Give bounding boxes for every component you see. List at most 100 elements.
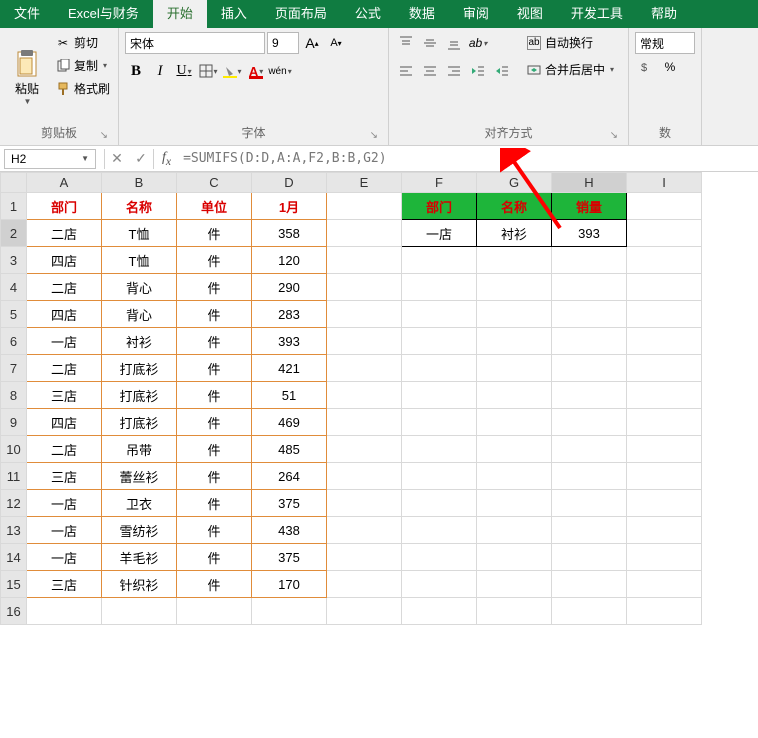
cell-B8[interactable]: 打底衫 bbox=[102, 382, 177, 409]
cell-G4[interactable] bbox=[477, 274, 552, 301]
cell-E8[interactable] bbox=[327, 382, 402, 409]
cell-B5[interactable]: 背心 bbox=[102, 301, 177, 328]
cell-I12[interactable] bbox=[627, 490, 702, 517]
tab-公式[interactable]: 公式 bbox=[341, 0, 395, 28]
align-bottom-icon[interactable] bbox=[443, 32, 465, 54]
cell-D2[interactable]: 358 bbox=[252, 220, 327, 247]
cell-F2[interactable]: 一店 bbox=[402, 220, 477, 247]
cell-G15[interactable] bbox=[477, 571, 552, 598]
cell-I5[interactable] bbox=[627, 301, 702, 328]
cell-H10[interactable] bbox=[552, 436, 627, 463]
cell-I8[interactable] bbox=[627, 382, 702, 409]
cell-A5[interactable]: 四店 bbox=[27, 301, 102, 328]
copy-button[interactable]: 复制▾ bbox=[54, 55, 112, 76]
cell-H11[interactable] bbox=[552, 463, 627, 490]
col-header-H[interactable]: H bbox=[552, 173, 627, 193]
cell-E12[interactable] bbox=[327, 490, 402, 517]
col-header-E[interactable]: E bbox=[327, 173, 402, 193]
cell-C9[interactable]: 件 bbox=[177, 409, 252, 436]
cell-D8[interactable]: 51 bbox=[252, 382, 327, 409]
phonetic-button[interactable]: wén▾ bbox=[269, 60, 291, 82]
cell-B15[interactable]: 针织衫 bbox=[102, 571, 177, 598]
accept-formula-icon[interactable]: ✓ bbox=[129, 150, 153, 167]
align-right-icon[interactable] bbox=[443, 60, 465, 82]
cell-A1[interactable]: 部门 bbox=[27, 193, 102, 220]
cell-H12[interactable] bbox=[552, 490, 627, 517]
col-header-I[interactable]: I bbox=[627, 173, 702, 193]
cell-I4[interactable] bbox=[627, 274, 702, 301]
font-name-select[interactable] bbox=[125, 32, 265, 54]
cell-G13[interactable] bbox=[477, 517, 552, 544]
cell-F5[interactable] bbox=[402, 301, 477, 328]
cell-D15[interactable]: 170 bbox=[252, 571, 327, 598]
cell-D4[interactable]: 290 bbox=[252, 274, 327, 301]
row-header-6[interactable]: 6 bbox=[1, 328, 27, 355]
cell-A9[interactable]: 四店 bbox=[27, 409, 102, 436]
cell-I9[interactable] bbox=[627, 409, 702, 436]
cell-F6[interactable] bbox=[402, 328, 477, 355]
align-middle-icon[interactable] bbox=[419, 32, 441, 54]
cell-C13[interactable]: 件 bbox=[177, 517, 252, 544]
cell-G9[interactable] bbox=[477, 409, 552, 436]
merge-center-button[interactable]: 合并后居中▾ bbox=[525, 59, 616, 80]
tab-页面布局[interactable]: 页面布局 bbox=[261, 0, 341, 28]
tab-开发工具[interactable]: 开发工具 bbox=[557, 0, 637, 28]
row-header-5[interactable]: 5 bbox=[1, 301, 27, 328]
currency-icon[interactable]: $ bbox=[635, 56, 657, 78]
cell-C8[interactable]: 件 bbox=[177, 382, 252, 409]
align-left-icon[interactable] bbox=[395, 60, 417, 82]
row-header-1[interactable]: 1 bbox=[1, 193, 27, 220]
cell-B9[interactable]: 打底衫 bbox=[102, 409, 177, 436]
cell-H9[interactable] bbox=[552, 409, 627, 436]
cell-A3[interactable]: 四店 bbox=[27, 247, 102, 274]
cell-F15[interactable] bbox=[402, 571, 477, 598]
cell-E4[interactable] bbox=[327, 274, 402, 301]
cell-B6[interactable]: 衬衫 bbox=[102, 328, 177, 355]
align-center-icon[interactable] bbox=[419, 60, 441, 82]
cell-G12[interactable] bbox=[477, 490, 552, 517]
row-header-4[interactable]: 4 bbox=[1, 274, 27, 301]
cell-E11[interactable] bbox=[327, 463, 402, 490]
name-box[interactable]: H2▼ bbox=[4, 149, 96, 169]
cell-G14[interactable] bbox=[477, 544, 552, 571]
tab-插入[interactable]: 插入 bbox=[207, 0, 261, 28]
align-top-icon[interactable] bbox=[395, 32, 417, 54]
cell-D7[interactable]: 421 bbox=[252, 355, 327, 382]
cell-G16[interactable] bbox=[477, 598, 552, 625]
cell-E15[interactable] bbox=[327, 571, 402, 598]
cell-E9[interactable] bbox=[327, 409, 402, 436]
cell-G8[interactable] bbox=[477, 382, 552, 409]
cell-I16[interactable] bbox=[627, 598, 702, 625]
cell-F14[interactable] bbox=[402, 544, 477, 571]
row-header-12[interactable]: 12 bbox=[1, 490, 27, 517]
cell-E6[interactable] bbox=[327, 328, 402, 355]
cell-H14[interactable] bbox=[552, 544, 627, 571]
cell-A11[interactable]: 三店 bbox=[27, 463, 102, 490]
font-size-select[interactable] bbox=[267, 32, 299, 54]
cell-C12[interactable]: 件 bbox=[177, 490, 252, 517]
cell-H1[interactable]: 销量 bbox=[552, 193, 627, 220]
cell-C3[interactable]: 件 bbox=[177, 247, 252, 274]
dialog-launcher-icon[interactable]: ↘ bbox=[610, 130, 618, 141]
row-header-9[interactable]: 9 bbox=[1, 409, 27, 436]
cell-A4[interactable]: 二店 bbox=[27, 274, 102, 301]
decrease-indent-icon[interactable] bbox=[467, 60, 489, 82]
col-header-C[interactable]: C bbox=[177, 173, 252, 193]
cell-C6[interactable]: 件 bbox=[177, 328, 252, 355]
cell-G1[interactable]: 名称 bbox=[477, 193, 552, 220]
cell-C1[interactable]: 单位 bbox=[177, 193, 252, 220]
cell-G3[interactable] bbox=[477, 247, 552, 274]
cell-E14[interactable] bbox=[327, 544, 402, 571]
row-header-11[interactable]: 11 bbox=[1, 463, 27, 490]
cell-I1[interactable] bbox=[627, 193, 702, 220]
cell-B10[interactable]: 吊带 bbox=[102, 436, 177, 463]
cell-F4[interactable] bbox=[402, 274, 477, 301]
cell-H5[interactable] bbox=[552, 301, 627, 328]
cell-G5[interactable] bbox=[477, 301, 552, 328]
cell-H15[interactable] bbox=[552, 571, 627, 598]
col-header-G[interactable]: G bbox=[477, 173, 552, 193]
row-header-7[interactable]: 7 bbox=[1, 355, 27, 382]
cell-B2[interactable]: T恤 bbox=[102, 220, 177, 247]
cell-D10[interactable]: 485 bbox=[252, 436, 327, 463]
row-header-2[interactable]: 2 bbox=[1, 220, 27, 247]
